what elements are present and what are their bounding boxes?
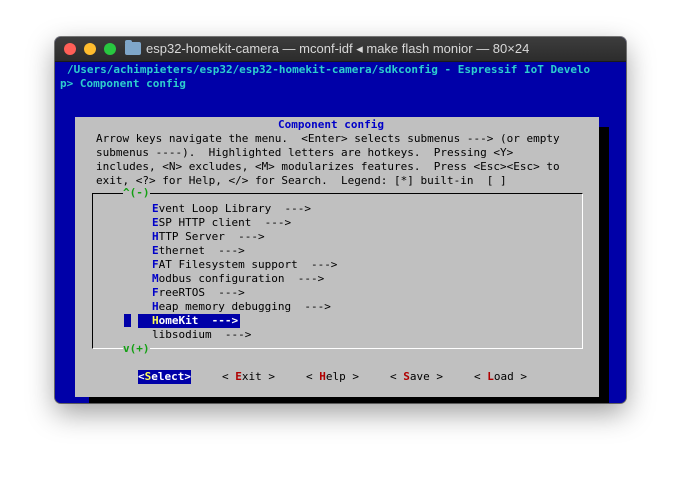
menu-item-label: libsodium --->: [152, 328, 252, 341]
button-label: xit >: [241, 370, 275, 383]
terminal-screen[interactable]: /Users/achimpieters/esp32/esp32-homekit-…: [55, 62, 626, 403]
help-button[interactable]: < Help >: [306, 370, 359, 384]
menu-item-label: odbus configuration --->: [158, 272, 325, 285]
hotkey-letter: F: [152, 258, 159, 271]
menu-item-fat-filesystem-support[interactable]: FAT Filesystem support --->: [152, 258, 337, 272]
menu-item-freertos[interactable]: FreeRTOS --->: [152, 286, 245, 300]
select-button[interactable]: <Select>: [138, 370, 191, 384]
menu-item-label: omeKit --->: [158, 314, 239, 327]
help-text-line: Arrow keys navigate the menu. <Enter> se…: [96, 132, 560, 145]
hotkey-letter: M: [152, 272, 159, 285]
scroll-down-indicator: v(+): [123, 342, 150, 356]
button-label: elect>: [151, 370, 191, 383]
hotkey-letter: E: [152, 202, 159, 215]
button-bracket: <: [222, 370, 236, 383]
load-button[interactable]: < Load >: [474, 370, 527, 384]
folder-icon: [125, 40, 141, 55]
scroll-up-indicator: ^(-): [123, 186, 150, 200]
cursor-marker: [124, 314, 131, 327]
hotkey-letter: H: [152, 300, 159, 313]
menu-item-heap-memory-debugging[interactable]: Heap memory debugging --->: [152, 300, 331, 314]
zoom-window-button[interactable]: [104, 43, 116, 55]
button-label: elp >: [325, 370, 359, 383]
menu-item-label: thernet --->: [158, 244, 245, 257]
hotkey-letter: E: [235, 370, 242, 383]
menu-item-homekit-selected[interactable]: HomeKit --->: [138, 314, 241, 328]
help-text-line: includes, <N> excludes, <M> modularizes …: [96, 160, 560, 173]
button-label: oad >: [493, 370, 527, 383]
button-label: ave >: [409, 370, 443, 383]
menu-breadcrumb: p> Component config: [60, 77, 186, 90]
button-bracket: <: [474, 370, 488, 383]
menu-item-modbus-configuration[interactable]: Modbus configuration --->: [152, 272, 324, 286]
menu-item-ethernet[interactable]: Ethernet --->: [152, 244, 245, 258]
help-text-line: submenus ----). Highlighted letters are …: [96, 146, 514, 159]
button-bracket: <: [138, 370, 145, 383]
menu-item-label: SP HTTP client --->: [158, 216, 292, 229]
menu-item-libsodium[interactable]: libsodium --->: [152, 328, 251, 342]
hotkey-letter: H: [319, 370, 326, 383]
hotkey-letter: H: [152, 314, 159, 327]
exit-button[interactable]: < Exit >: [222, 370, 275, 384]
button-bracket: <: [306, 370, 320, 383]
menu-item-label: AT Filesystem support --->: [158, 258, 338, 271]
window-title: esp32-homekit-camera — mconf-idf ◂ make …: [146, 41, 530, 56]
menu-item-event-loop-library[interactable]: Event Loop Library --->: [152, 202, 311, 216]
minimize-window-button[interactable]: [84, 43, 96, 55]
menu-item-esp-http-client[interactable]: ESP HTTP client --->: [152, 216, 291, 230]
menu-item-label: eap memory debugging --->: [158, 300, 331, 313]
button-bracket: <: [390, 370, 404, 383]
menu-item-label: TTP Server --->: [158, 230, 265, 243]
menu-item-label: reeRTOS --->: [158, 286, 245, 299]
hotkey-letter: F: [152, 286, 159, 299]
menu-item-label: vent Loop Library --->: [158, 202, 311, 215]
config-path-header: /Users/achimpieters/esp32/esp32-homekit-…: [67, 63, 591, 76]
hotkey-letter: E: [152, 244, 159, 257]
title-bar[interactable]: esp32-homekit-camera — mconf-idf ◂ make …: [55, 37, 626, 62]
hotkey-letter: S: [403, 370, 410, 383]
hotkey-letter: E: [152, 216, 159, 229]
component-config-dialog: Component config Arrow keys navigate the…: [75, 117, 599, 397]
dialog-title: Component config: [278, 118, 384, 131]
hotkey-letter: H: [152, 230, 159, 243]
help-text-line: exit, <?> for Help, </> for Search. Lege…: [96, 174, 507, 187]
close-window-button[interactable]: [64, 43, 76, 55]
menu-item-http-server[interactable]: HTTP Server --->: [152, 230, 265, 244]
hotkey-letter: L: [487, 370, 494, 383]
save-button[interactable]: < Save >: [390, 370, 443, 384]
terminal-window: esp32-homekit-camera — mconf-idf ◂ make …: [55, 37, 626, 403]
